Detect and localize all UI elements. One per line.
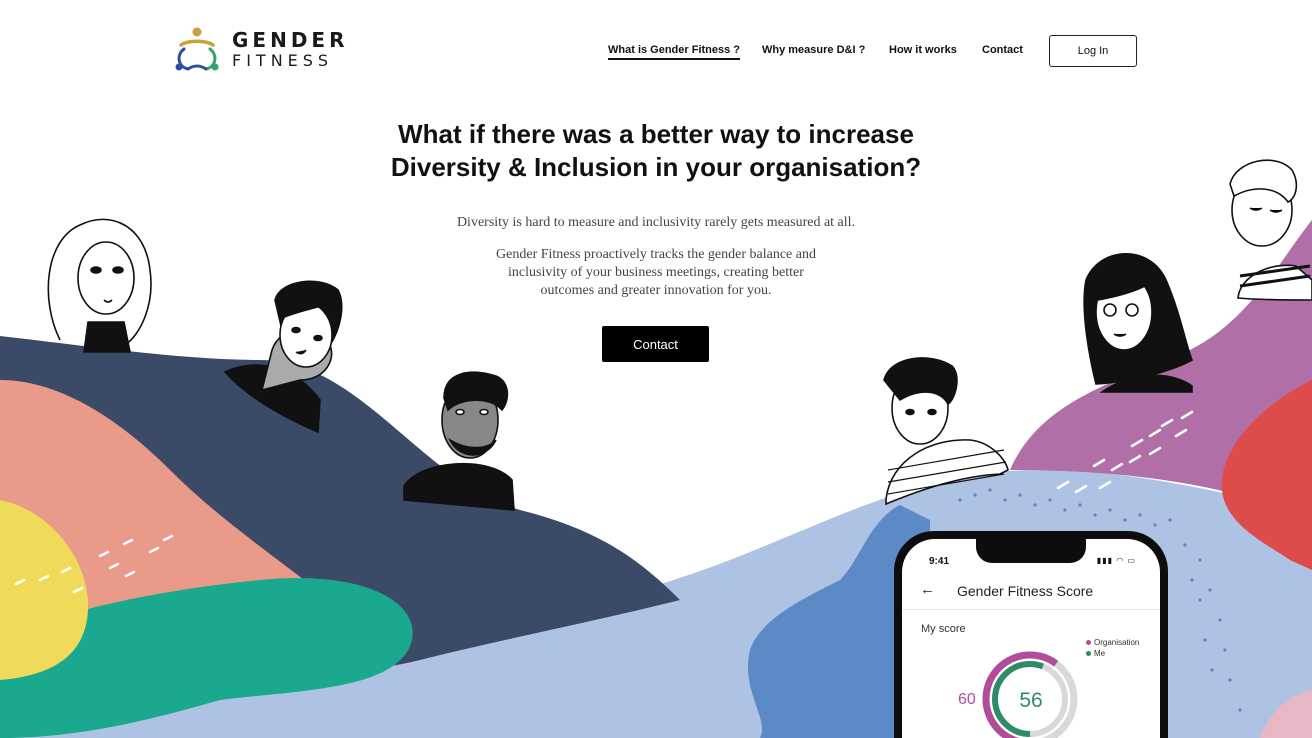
nav-item-what-is-gender-fitness[interactable]: What is Gender Fitness ?: [608, 44, 741, 60]
person-illustration-1: [47, 218, 152, 353]
brand-name-line2: FITNESS: [232, 50, 334, 70]
nav-item-how-it-works[interactable]: How it works: [889, 44, 957, 56]
header-divider: [902, 609, 1160, 610]
hero-description: Diversity is hard to measure and inclusi…: [406, 214, 906, 300]
gender-fitness-logo-icon: [175, 27, 219, 71]
status-time: 9:41: [929, 556, 950, 567]
my-score-value: 56: [1019, 689, 1043, 712]
organisation-score: 60: [958, 691, 976, 708]
phone-screen: 9:41 ▮▮▮ ◠ ▭ ← Gender Fitness Score My s…: [902, 539, 1160, 738]
phone-mockup: 9:41 ▮▮▮ ◠ ▭ ← Gender Fitness Score My s…: [894, 531, 1168, 738]
score-legend: Organisation Me: [1086, 637, 1139, 659]
hero-paragraph-2: Gender Fitness proactively tracks the ge…: [496, 247, 816, 298]
site-header: GENDER FITNESS What is Gender Fitness ? …: [0, 0, 1312, 100]
nav-item-why-measure[interactable]: Why measure D&I ?: [762, 44, 865, 56]
hero-title-line2: Diversity & Inclusion in your organisati…: [390, 152, 922, 182]
phone-notch: [976, 539, 1086, 563]
login-button[interactable]: Log In: [1049, 35, 1137, 67]
hero-paragraph-1: Diversity is hard to measure and inclusi…: [456, 215, 856, 230]
back-arrow-icon[interactable]: ←: [920, 581, 935, 598]
my-score-label: My score: [921, 623, 966, 635]
nav-item-contact[interactable]: Contact: [982, 44, 1023, 56]
hero-title-line1: What if there was a better way to increa…: [398, 119, 914, 149]
signal-wifi-battery-icon: ▮▮▮ ◠ ▭: [1096, 556, 1136, 565]
brand-logo[interactable]: GENDER FITNESS: [172, 24, 352, 74]
me-dot-icon: [1086, 651, 1091, 656]
legend-label-me: Me: [1094, 649, 1106, 658]
hero-contact-button[interactable]: Contact: [602, 326, 709, 362]
legend-item-organisation: Organisation: [1086, 637, 1139, 648]
legend-item-me: Me: [1086, 648, 1139, 659]
screen-title: Gender Fitness Score: [957, 583, 1094, 599]
organisation-dot-icon: [1086, 640, 1091, 645]
legend-label-organisation: Organisation: [1094, 638, 1140, 647]
brand-name-line1: GENDER: [232, 27, 349, 52]
person-illustration-3: [403, 371, 515, 511]
hero-title: What if there was a better way to increa…: [356, 118, 956, 184]
person-illustration-6: [1229, 159, 1312, 301]
